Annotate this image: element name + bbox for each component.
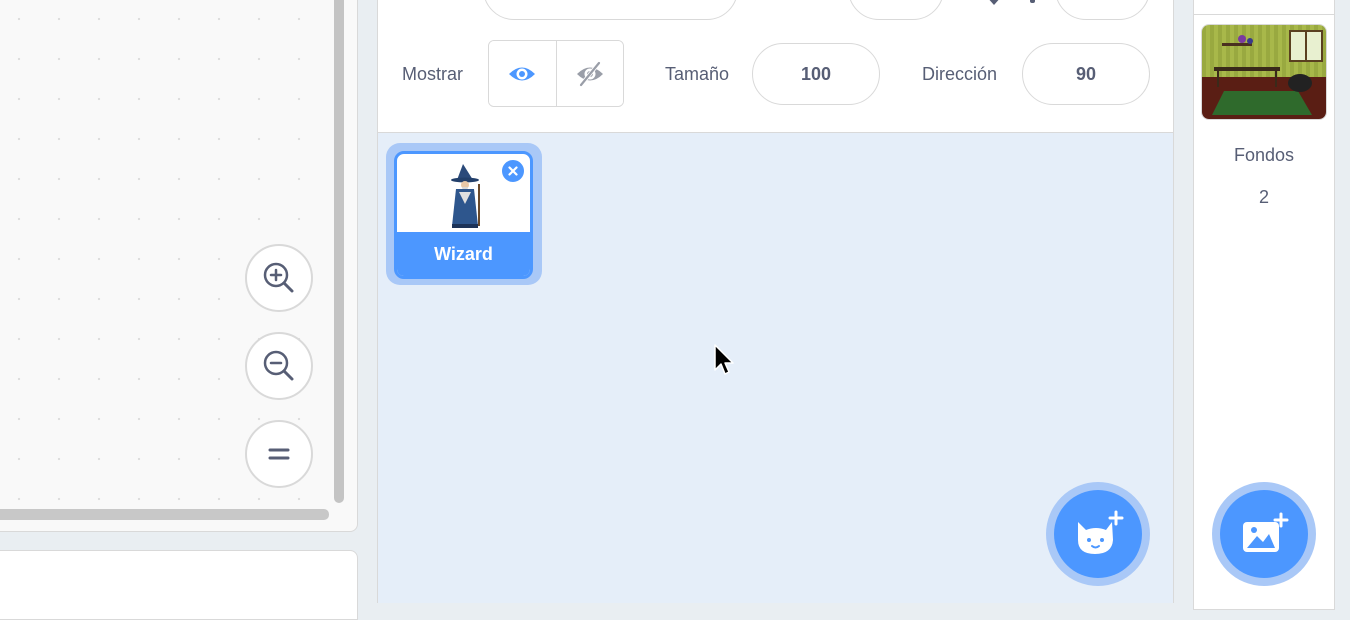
- backdrop-thumbnail-image: [1202, 25, 1326, 119]
- cat-add-icon: [1078, 510, 1124, 554]
- eye-icon: [509, 67, 536, 80]
- add-backdrop-button[interactable]: [1220, 490, 1308, 578]
- workspace-horizontal-scrollbar[interactable]: [0, 509, 329, 520]
- backdrops-label: Fondos: [1233, 145, 1295, 165]
- direction-input[interactable]: 90: [1022, 43, 1150, 105]
- visibility-toggle: [488, 40, 624, 107]
- show-hidden-button[interactable]: [555, 41, 623, 106]
- direction-label: Dirección: [922, 64, 998, 84]
- size-label: Tamaño: [665, 64, 730, 84]
- wizard-sprite-thumbnail: [451, 164, 480, 228]
- stage-backdrop-thumbnail[interactable]: [1201, 24, 1327, 120]
- stage-pane-divider: [1193, 14, 1335, 15]
- add-sprite-button[interactable]: [1054, 490, 1142, 578]
- backdrop-add-icon: [1243, 512, 1289, 552]
- y-arrow-icon: [989, 0, 999, 5]
- bottom-panel: [0, 550, 358, 620]
- zoom-in-icon: [263, 262, 294, 293]
- size-input[interactable]: 100: [752, 43, 880, 105]
- delete-sprite-button[interactable]: [500, 158, 526, 184]
- y-label-fragment: [1030, 0, 1035, 3]
- equals-icon: [268, 448, 290, 460]
- show-label: Mostrar: [402, 64, 464, 84]
- zoom-in-button[interactable]: [245, 244, 313, 312]
- show-visible-button[interactable]: [489, 41, 556, 106]
- workspace-vertical-scrollbar[interactable]: [334, 0, 344, 503]
- zoom-reset-button[interactable]: [245, 420, 313, 488]
- zoom-out-button[interactable]: [245, 332, 313, 400]
- zoom-out-icon: [263, 350, 294, 381]
- sprite-name-label: Wizard: [397, 232, 530, 276]
- close-icon: [508, 166, 518, 176]
- backdrops-count: 2: [1258, 187, 1269, 207]
- sprite-name-field[interactable]: [483, 0, 738, 20]
- eye-hidden-icon: [576, 61, 603, 86]
- mouse-cursor-icon: [714, 344, 734, 375]
